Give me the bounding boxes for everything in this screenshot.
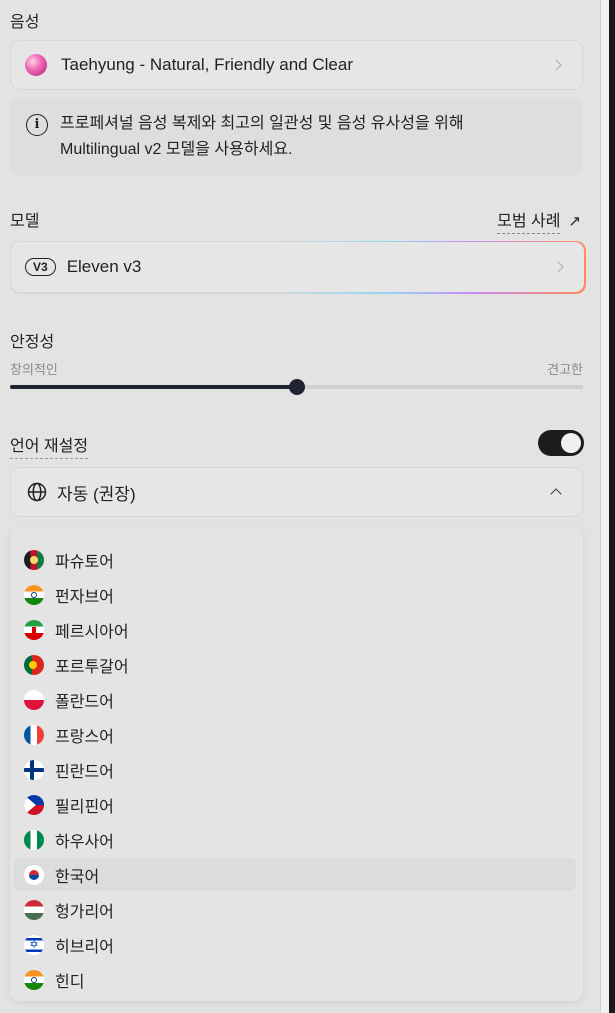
language-option-label: 프랑스어 — [55, 728, 114, 746]
voice-selector[interactable]: Taehyung - Natural, Friendly and Clear — [10, 40, 583, 90]
language-option-label: 포르투갈어 — [55, 658, 129, 676]
language-option[interactable]: 프랑스어 — [14, 718, 576, 751]
chevron-right-icon — [550, 59, 562, 71]
language-option-label: 파슈토어 — [55, 553, 114, 571]
adjacent-panel-edge — [600, 0, 615, 1013]
language-option-label: 히브리어 — [55, 938, 114, 956]
language-option-label: 헝가리어 — [55, 903, 114, 921]
stability-slider-thumb[interactable] — [288, 379, 305, 395]
language-option-label: 핀란드어 — [55, 763, 114, 781]
model-selector[interactable]: V3 Eleven v3 — [11, 242, 584, 292]
language-option-label: 펀자브어 — [55, 588, 114, 606]
voice-avatar — [25, 54, 47, 76]
flag-icon — [24, 689, 44, 710]
info-text-line1: 프로페셔널 음성 복제와 최고의 일관성 및 음성 유사성을 위해 — [60, 115, 464, 132]
stability-max-label: 견고한 — [547, 362, 583, 377]
language-option-label: 하우사어 — [55, 833, 114, 851]
language-option[interactable]: 필리핀어 — [14, 788, 576, 821]
globe-icon — [27, 482, 47, 502]
stability-slider[interactable] — [10, 379, 583, 395]
model-name: Eleven v3 — [66, 257, 142, 276]
flag-icon — [24, 794, 44, 815]
language-option[interactable]: 하우사어 — [14, 823, 576, 856]
arrow-up-right-icon: ↗ — [568, 212, 581, 230]
flag-icon — [24, 654, 44, 675]
partially-hidden-option — [26, 527, 126, 533]
language-option[interactable]: 포르투갈어 — [14, 648, 576, 681]
stability-min-label: 창의적인 — [10, 362, 58, 377]
best-practices-label: 모범 사례 — [497, 207, 561, 234]
language-option[interactable]: 힌디 — [14, 963, 576, 996]
language-option[interactable]: 파슈토어 — [14, 543, 576, 576]
chevron-right-icon — [552, 261, 564, 273]
scrollbar[interactable] — [609, 0, 615, 1013]
toggle-knob — [561, 433, 581, 453]
language-select[interactable]: 자동 (권장) — [10, 467, 583, 517]
flag-icon — [24, 619, 44, 640]
language-option-label: 힌디 — [55, 973, 85, 991]
flag-icon — [24, 759, 44, 780]
info-icon: i — [26, 114, 48, 136]
voice-section-label: 음성 — [10, 14, 40, 31]
language-override-label: 언어 재설정 — [10, 432, 89, 459]
language-option[interactable]: 페르시아어 — [14, 613, 576, 646]
flag-icon — [24, 969, 44, 990]
flag-icon — [24, 829, 44, 850]
language-dropdown-list: 파슈토어펀자브어페르시아어포르투갈어폴란드어프랑스어핀란드어필리핀어하우사어한국… — [10, 527, 583, 1001]
voice-name: Taehyung - Natural, Friendly and Clear — [61, 55, 353, 74]
language-option[interactable]: 한국어 — [14, 858, 576, 891]
language-option[interactable]: 히브리어 — [14, 928, 576, 961]
model-section-label: 모델 — [10, 213, 40, 230]
chevron-up-icon — [550, 488, 562, 500]
language-override-toggle[interactable] — [538, 430, 584, 456]
stability-section-label: 안정성 — [10, 334, 55, 351]
settings-panel: 음성 Taehyung - Natural, Friendly and Clea… — [0, 0, 600, 1013]
language-option-label: 필리핀어 — [55, 798, 114, 816]
flag-icon — [24, 724, 44, 745]
language-option-label: 폴란드어 — [55, 693, 114, 711]
flag-icon — [24, 584, 44, 605]
language-selected-value: 자동 (권장) — [57, 484, 136, 504]
flag-icon — [24, 899, 44, 920]
flag-icon — [24, 864, 44, 885]
language-option[interactable]: 펀자브어 — [14, 578, 576, 611]
stability-slider-fill — [10, 385, 297, 389]
info-notice: i 프로페셔널 음성 복제와 최고의 일관성 및 음성 유사성을 위해 Mult… — [10, 99, 583, 176]
language-option[interactable]: 핀란드어 — [14, 753, 576, 786]
flag-icon — [24, 934, 44, 955]
language-option-label: 한국어 — [55, 868, 100, 886]
best-practices-link[interactable]: 모범 사례 ↗ — [497, 207, 581, 234]
language-option-label: 페르시아어 — [55, 623, 129, 641]
flag-icon — [24, 549, 44, 570]
language-option[interactable]: 폴란드어 — [14, 683, 576, 716]
language-option[interactable]: 헝가리어 — [14, 893, 576, 926]
model-version-badge: V3 — [25, 258, 56, 276]
model-header: 모델 모범 사례 ↗ — [10, 207, 583, 234]
info-text-line2: Multilingual v2 모델을 사용하세요. — [60, 141, 293, 158]
